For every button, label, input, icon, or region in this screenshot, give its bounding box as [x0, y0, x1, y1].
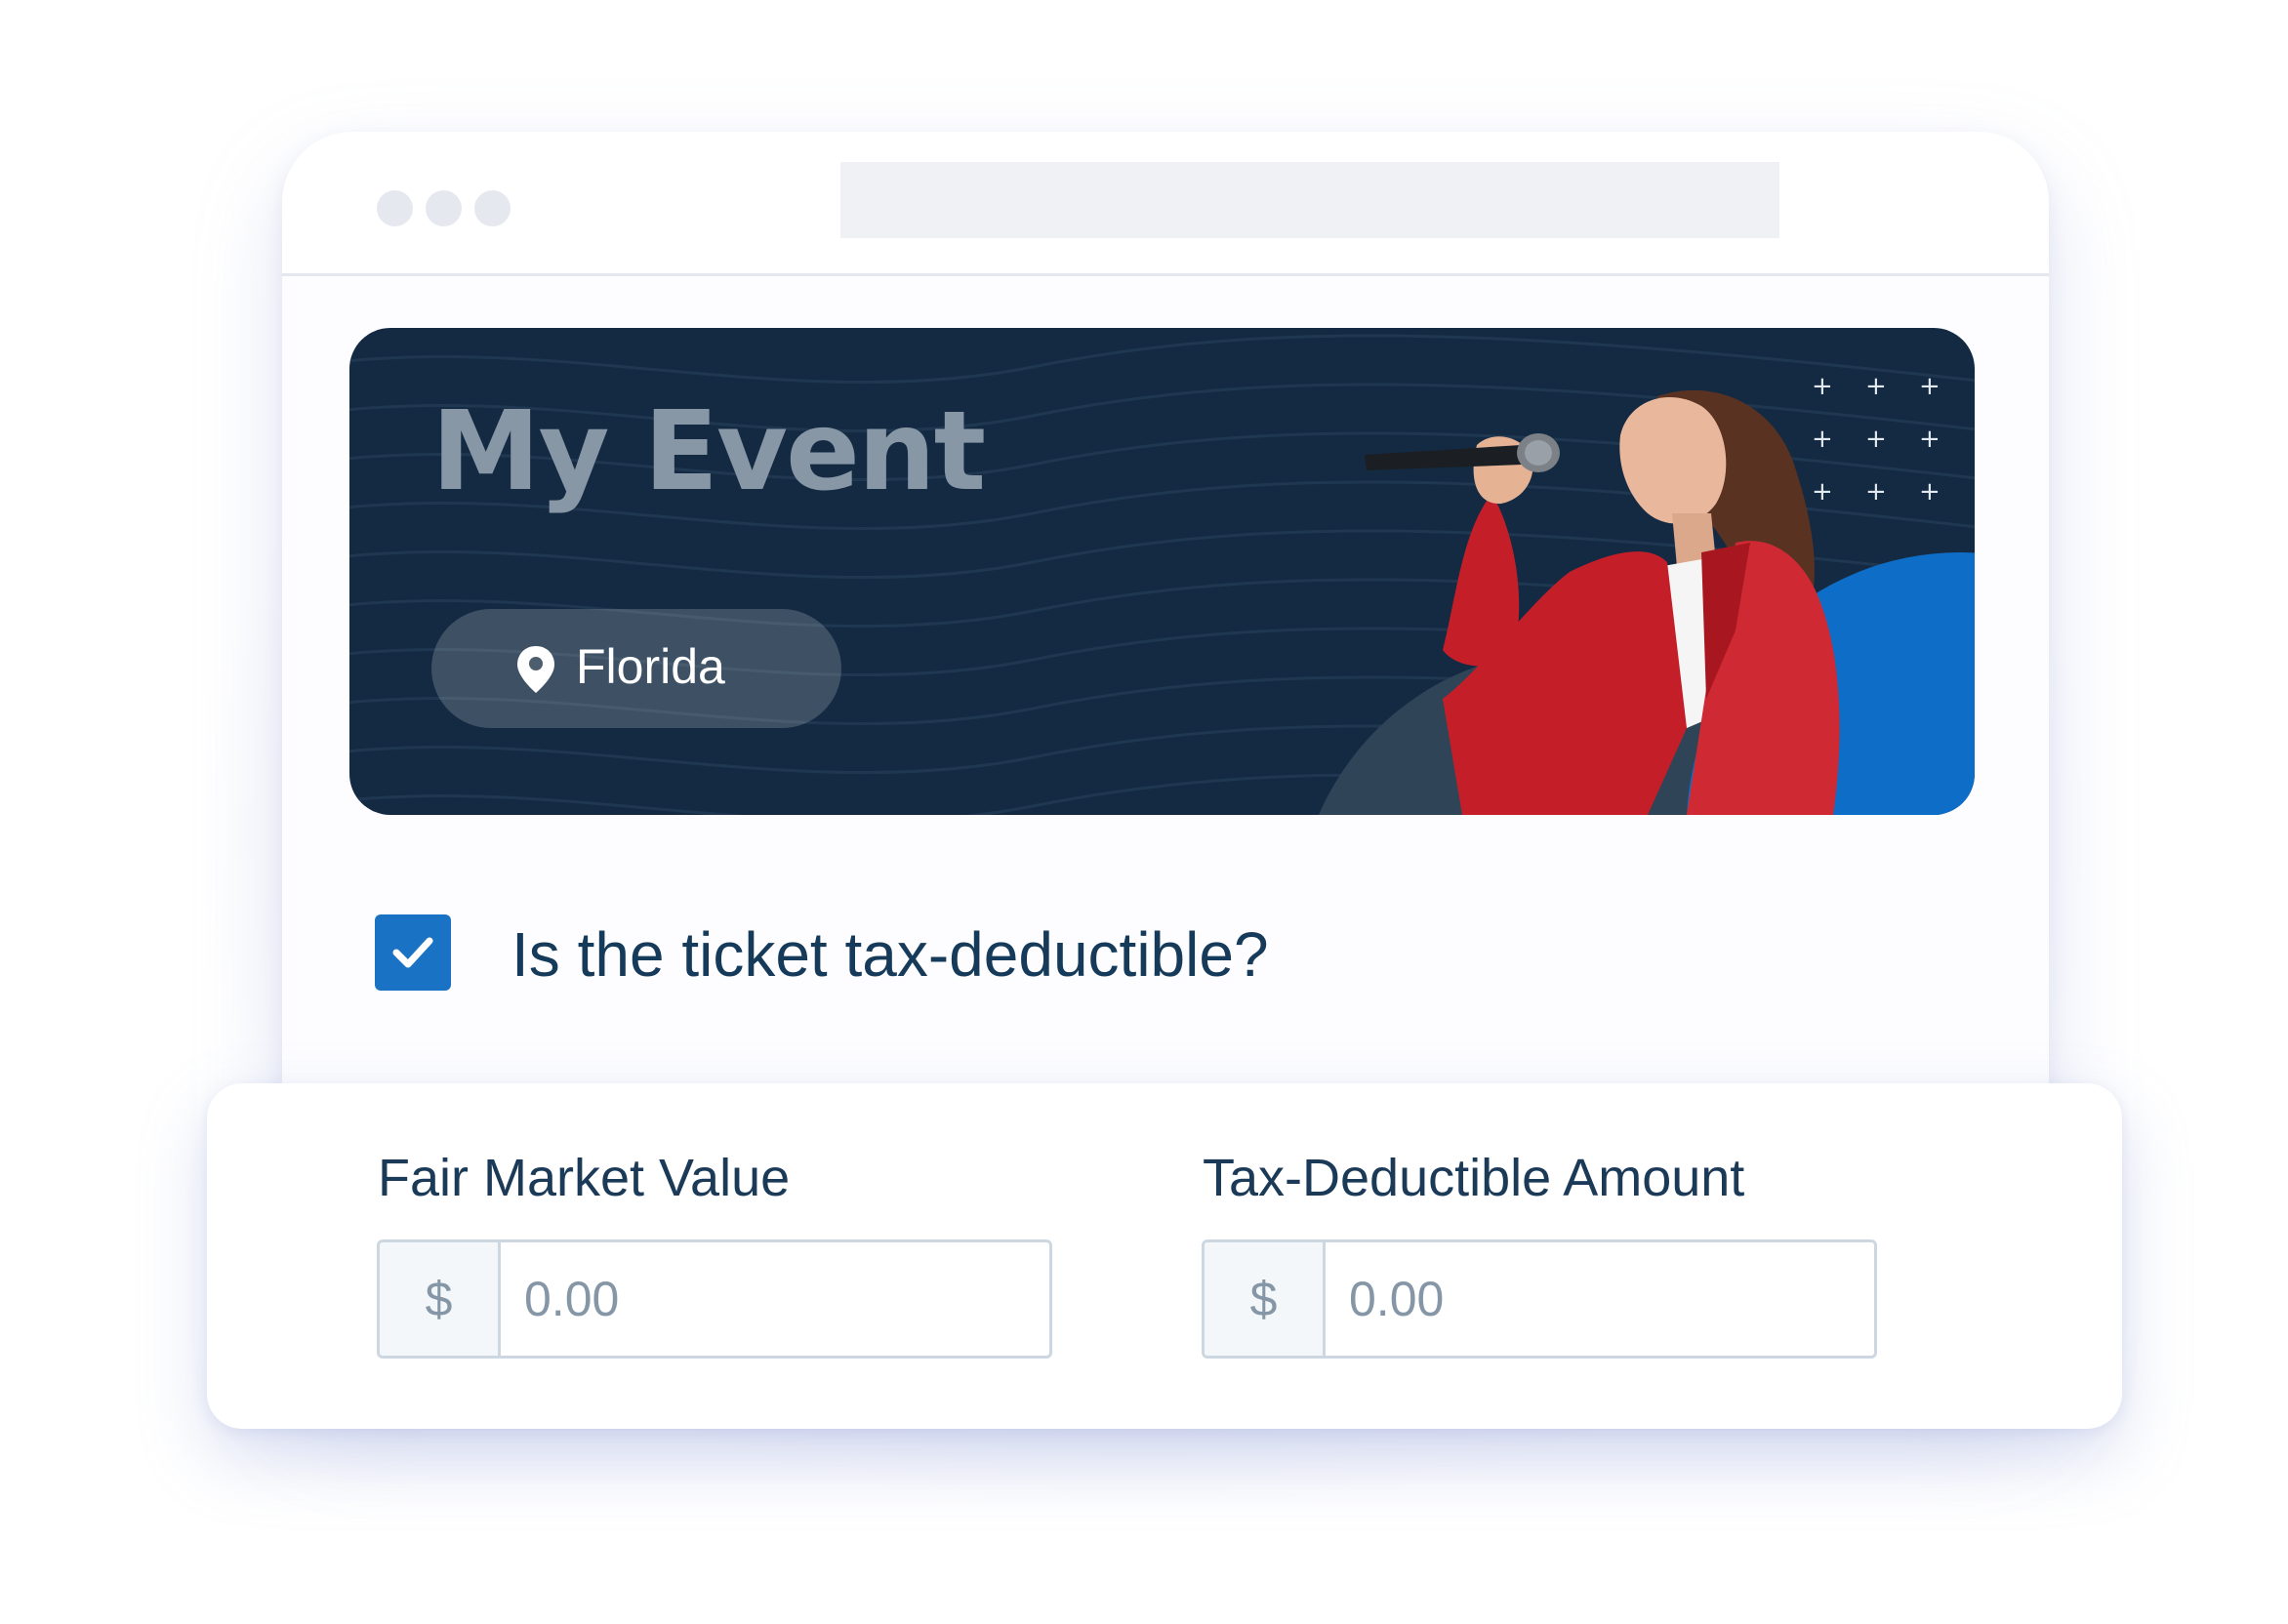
tax-deductible-amount-field[interactable] — [1326, 1242, 1874, 1356]
tax-deductible-question: Is the ticket tax-deductible? — [511, 919, 1269, 990]
currency-symbol: $ — [1205, 1242, 1326, 1356]
location-label: Florida — [576, 639, 725, 694]
location-badge: Florida — [431, 609, 841, 728]
window-control-dot[interactable] — [474, 190, 511, 226]
event-banner: My Event Florida + + + + + + + + + — [349, 328, 1975, 815]
plus-mark: + — [1919, 372, 1941, 401]
currency-symbol: $ — [380, 1242, 501, 1356]
amount-card: Fair Market Value $ Tax-Deductible Amoun… — [207, 1083, 2122, 1429]
window-control-dot[interactable] — [426, 190, 462, 226]
plus-mark: + — [1865, 477, 1887, 507]
map-pin-icon — [517, 646, 554, 693]
plus-mark: + — [1865, 372, 1887, 401]
fair-market-value-field[interactable] — [501, 1242, 1049, 1356]
plus-mark: + — [1919, 425, 1941, 454]
browser-toolbar — [282, 132, 2049, 276]
tax-deductible-amount-label: Tax-Deductible Amount — [1203, 1149, 1745, 1207]
plus-mark: + — [1919, 477, 1941, 507]
fair-market-value-input-group: $ — [377, 1239, 1052, 1359]
plus-mark: + — [1865, 425, 1887, 454]
window-control-dot[interactable] — [377, 190, 413, 226]
event-title: My Event — [431, 388, 986, 515]
address-bar[interactable] — [840, 162, 1779, 238]
fair-market-value-label: Fair Market Value — [378, 1149, 791, 1207]
tax-deductible-amount-input-group: $ — [1202, 1239, 1877, 1359]
tax-deductible-checkbox[interactable] — [375, 914, 451, 991]
checkmark-icon — [392, 937, 433, 968]
singer-photo — [1365, 389, 1840, 815]
